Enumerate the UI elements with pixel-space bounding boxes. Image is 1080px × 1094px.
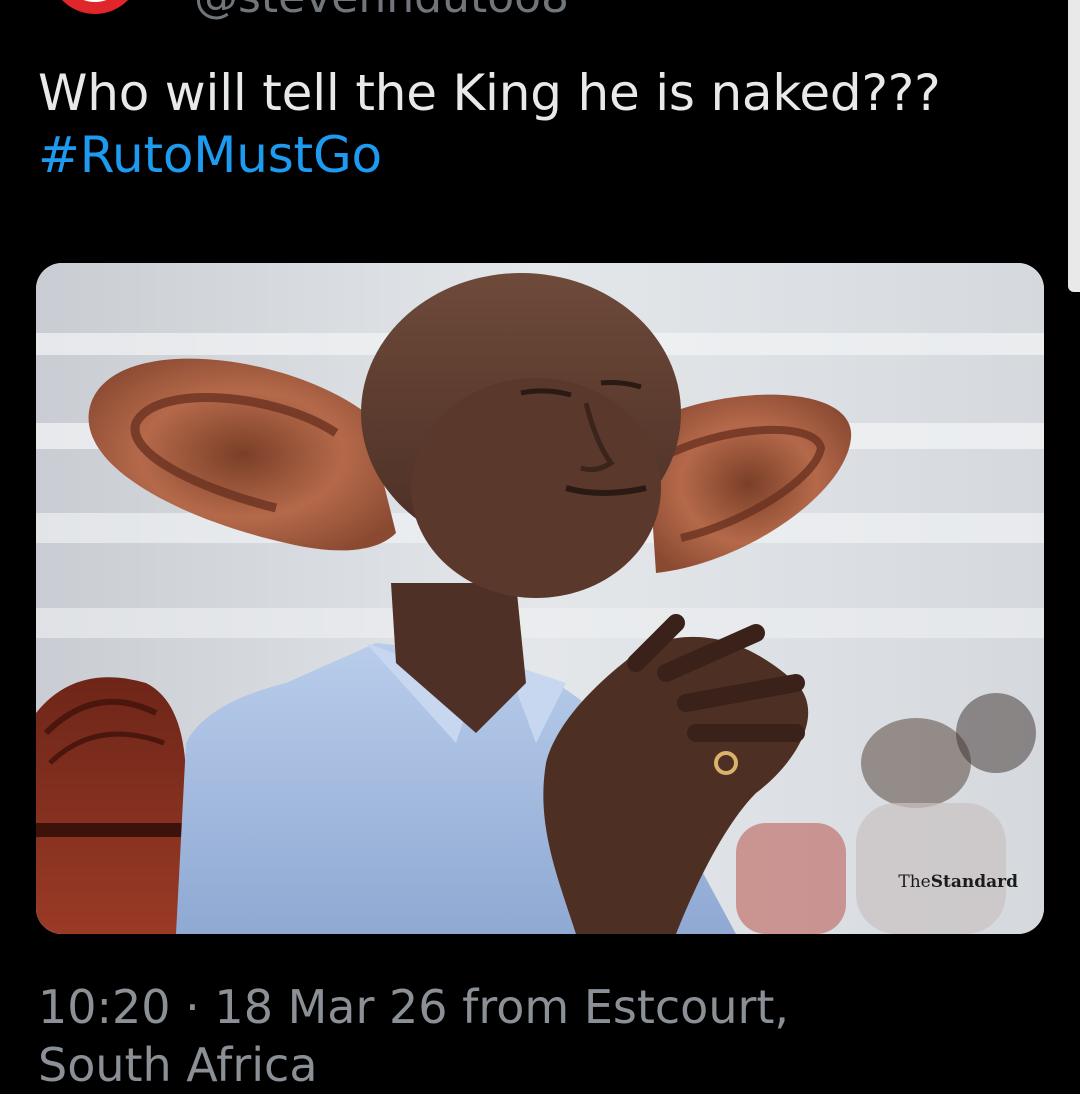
- photo-man-with-large-ears: [36, 263, 1044, 934]
- user-handle[interactable]: @stevenndutoo8: [194, 0, 569, 23]
- timestamp-line[interactable]: 10:20 · 18 Mar 26 from Estcourt,: [38, 978, 1038, 1036]
- tweet-text: Who will tell the King he is naked??? #R…: [38, 62, 1048, 186]
- tweet-text-line: Who will tell the King he is naked???: [38, 64, 941, 122]
- location-line: South Africa: [38, 1038, 318, 1092]
- hashtag-link[interactable]: #RutoMustGo: [38, 124, 1048, 186]
- tweet-timestamp-location: 10:20 · 18 Mar 26 from Estcourt, South A…: [38, 978, 1038, 1094]
- tweet-image[interactable]: TheStandard: [36, 263, 1044, 934]
- avatar[interactable]: [42, 0, 148, 26]
- scrollbar[interactable]: [1068, 0, 1080, 292]
- no-entry-icon: [61, 0, 129, 14]
- image-watermark: TheStandard: [898, 872, 1018, 892]
